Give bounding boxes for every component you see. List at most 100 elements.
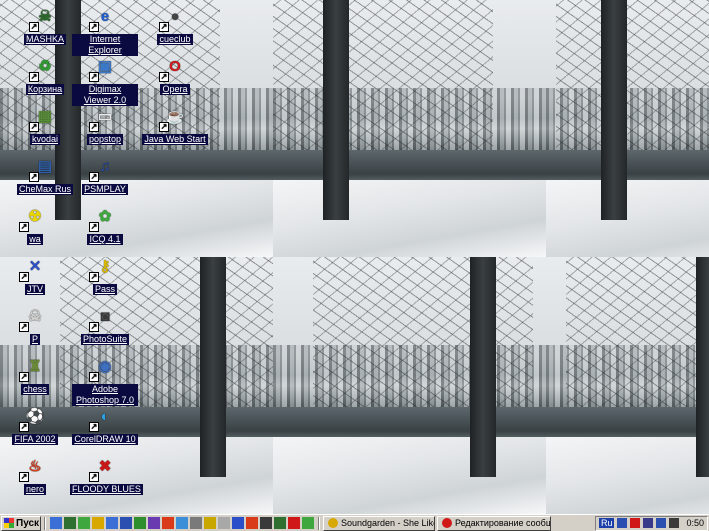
desktop-icon-coreldraw-10[interactable]: ◐ ↗ CorelDRAW 10 (70, 400, 140, 445)
shortcut-arrow-icon: ↗ (159, 22, 169, 32)
volume-icon[interactable] (669, 518, 680, 528)
shortcut-arrow-icon: ↗ (19, 272, 29, 282)
popstop-icon: ▭ ↗ (89, 108, 113, 132)
taskbar-button-label: Soundgarden - She Likes... (341, 518, 434, 528)
desktop-icon-opera[interactable]: O ↗ Opera (140, 50, 210, 95)
icq-flower-icon: ✿ ↗ (89, 208, 112, 232)
taskbar-separator (318, 516, 320, 530)
desktop-icon-pass[interactable]: ⚷ ↗ Pass (70, 250, 140, 295)
desktop-icon-photosuite[interactable]: ◙ ↗ PhotoSuite (70, 300, 140, 345)
wallpaper-tile (546, 257, 709, 514)
desktop-icon-label: CheMax Rus (16, 184, 74, 195)
desktop-icon-adobe-photoshop-7-0[interactable]: ◉ ↗ Adobe Photoshop 7.0 (70, 350, 140, 406)
monitor-icon[interactable] (656, 518, 667, 528)
app-icon[interactable] (246, 517, 258, 529)
language-indicator[interactable]: Ru (598, 518, 615, 528)
desktop-icon-p[interactable]: ☠ ↗ P (0, 300, 70, 345)
desktop-icon-internet-explorer[interactable]: e ↗ Internet Explorer (70, 0, 140, 56)
app-icon[interactable] (162, 517, 174, 529)
shortcut-arrow-icon: ↗ (159, 122, 169, 132)
desktop-icon-fifa-2002[interactable]: ⚽ ↗ FIFA 2002 (0, 400, 70, 445)
desktop-icon-label: chess (21, 384, 49, 395)
word-icon[interactable] (120, 517, 132, 529)
shortcut-arrow-icon: ↗ (89, 422, 99, 432)
shortcut-arrow-icon: ↗ (19, 422, 29, 432)
notepad-icon[interactable] (190, 517, 202, 529)
shortcut-arrow-icon: ↗ (29, 22, 39, 32)
desktop-icon-chess[interactable]: ♜ ↗ chess (0, 350, 70, 395)
system-tray: Ru 0:50 (594, 515, 708, 531)
grid-icon[interactable] (643, 518, 654, 528)
app-icon[interactable] (260, 517, 272, 529)
desktop-icon-label: Корзина (25, 84, 65, 95)
desktop-icon-label: PhotoSuite (80, 334, 130, 345)
winamp-icon (328, 518, 338, 528)
chess-icon: ♜ ↗ (19, 358, 42, 382)
app-icon[interactable] (176, 517, 188, 529)
media-player-icon[interactable] (64, 517, 76, 529)
coreldraw-icon: ◐ ↗ (89, 407, 110, 432)
show-desktop-icon[interactable] (50, 517, 62, 529)
opera-icon[interactable] (288, 517, 300, 529)
cd-icon[interactable] (218, 517, 230, 529)
app-icon[interactable] (232, 517, 244, 529)
skull-icon: ☠ ↗ (19, 308, 42, 332)
desktop-icon-wa[interactable]: ☢ ↗ wa (0, 200, 70, 245)
internet-explorer-icon: e ↗ (89, 7, 110, 32)
desktop-icon-psmplay[interactable]: ♫ ↗ PSMPLAY (70, 150, 140, 195)
opera-icon: O ↗ (159, 57, 181, 82)
shortcut-arrow-icon: ↗ (89, 472, 99, 482)
desktop-icon-label: kvodai (29, 134, 60, 145)
desktop-icon-label: Pass (92, 284, 117, 295)
wallpaper-tile (273, 257, 546, 514)
shortcut-arrow-icon: ↗ (19, 472, 29, 482)
desktop-icon-label: ICQ 4.1 (87, 234, 123, 245)
desktop-icon-label: P (29, 334, 40, 345)
cueclub-icon: ● ↗ (159, 7, 180, 32)
shortcut-arrow-icon: ↗ (89, 322, 99, 332)
kvodai-icon: ▦ ↗ (29, 108, 53, 132)
shortcut-arrow-icon: ↗ (159, 72, 169, 82)
start-button[interactable]: Пуск (1, 515, 41, 531)
desktop-icon-popstop[interactable]: ▭ ↗ popstop (70, 100, 140, 145)
shortcut-arrow-icon: ↗ (89, 222, 99, 232)
icq-icon[interactable] (78, 517, 90, 529)
desktop-icon-java-web-start[interactable]: ☕ ↗ Java Web Start (140, 100, 210, 145)
camera-icon: ◙ ↗ (89, 307, 110, 332)
shortcut-arrow-icon: ↗ (29, 122, 39, 132)
desktop-icon-jtv[interactable]: ✕ ↗ JTV (0, 250, 70, 295)
antivirus-icon[interactable] (630, 518, 641, 528)
desktop-icon-label: JTV (24, 284, 45, 295)
desktop-icon-label: popstop (86, 134, 124, 145)
desktop-icon-icq-4-1[interactable]: ✿ ↗ ICQ 4.1 (70, 200, 140, 245)
chemax-icon: ▤ ↗ (29, 158, 53, 182)
desktop-icon-digimax-viewer-2-0[interactable]: ▣ ↗ Digimax Viewer 2.0 (70, 50, 140, 106)
desktop-icon-label: MASHKA (23, 34, 66, 45)
explorer-icon[interactable] (92, 517, 104, 529)
excel-icon[interactable] (134, 517, 146, 529)
opera-icon (442, 518, 452, 528)
desktop-icon-label: CorelDRAW 10 (72, 434, 138, 445)
app-icon[interactable] (302, 517, 314, 529)
app-icon[interactable] (204, 517, 216, 529)
outlook-icon[interactable] (106, 517, 118, 529)
desktop-icon-nero[interactable]: ♨ ↗ nero (0, 450, 70, 495)
desktop-icon-floody-blues[interactable]: ✖ ↗ FLOODY BLUES (70, 450, 143, 495)
desktop-icon-cueclub[interactable]: ● ↗ cueclub (140, 0, 210, 45)
app-icon[interactable] (274, 517, 286, 529)
desktop-icon-label: Java Web Start (142, 134, 208, 145)
app-icon[interactable] (148, 517, 160, 529)
windows-flag-icon (4, 518, 14, 528)
desktop-icon-label: Opera (160, 84, 190, 95)
task-buttons: Soundgarden - She Likes... Редактирование… (323, 515, 553, 531)
desktop-icon-label: PSMPLAY (82, 184, 128, 195)
wallpaper-tile (273, 0, 546, 257)
taskbar-button[interactable]: Редактирование сообще... (437, 515, 551, 531)
network-icon[interactable] (617, 518, 628, 528)
shortcut-arrow-icon: ↗ (29, 72, 39, 82)
clock[interactable]: 0:50 (686, 518, 704, 528)
psmplay-icon: ♫ ↗ (89, 157, 111, 182)
taskbar-button[interactable]: Soundgarden - She Likes... (323, 515, 435, 531)
photoshop-eye-icon: ◉ ↗ (89, 358, 112, 382)
shortcut-arrow-icon: ↗ (19, 322, 29, 332)
